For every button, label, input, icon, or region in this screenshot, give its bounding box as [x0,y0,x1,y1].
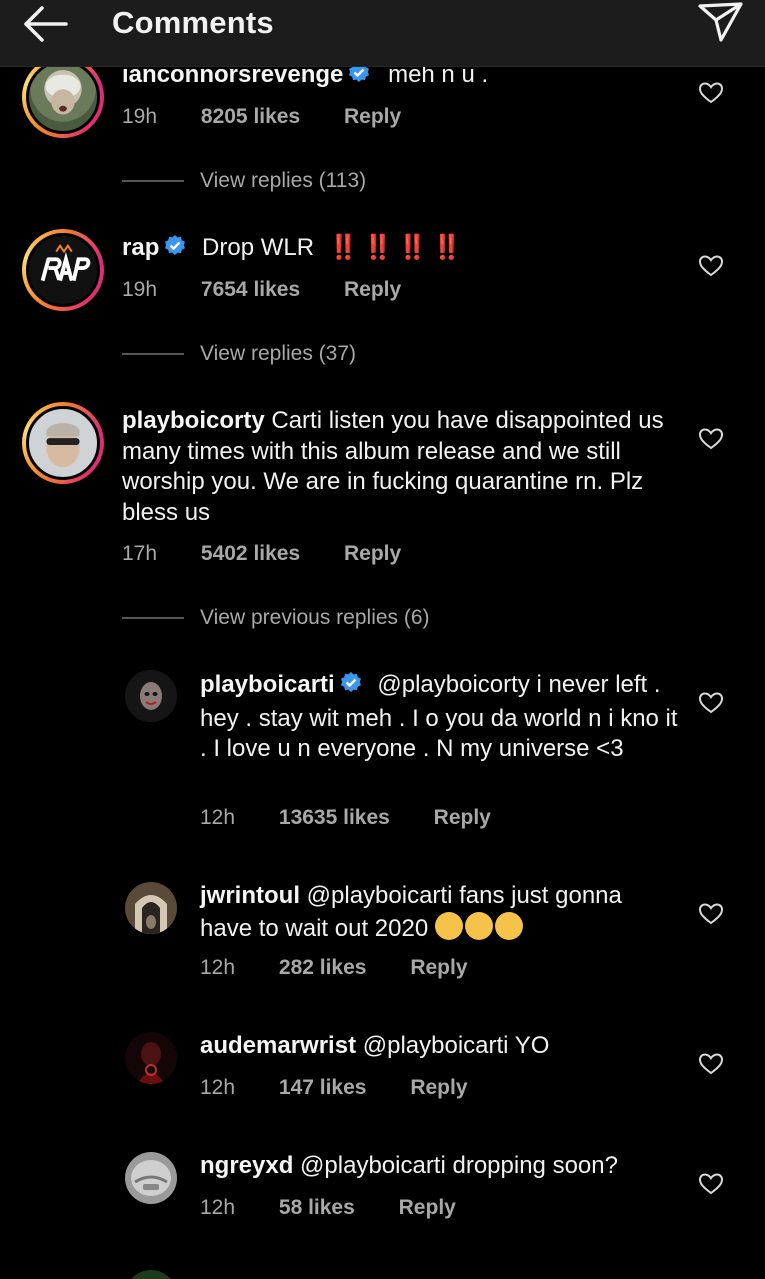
back-arrow-icon [24,6,68,42]
double-exclamation-emoji: ‼️ ‼️ ‼️ ‼️ [328,234,463,261]
reply-time: 12h [200,956,236,979]
avatar[interactable] [125,1152,177,1204]
avatar[interactable] [125,882,177,934]
mention-link[interactable]: @playboicorty [377,671,529,698]
heart-icon [698,428,724,450]
like-button[interactable] [698,1171,724,1197]
heart-icon [698,82,724,104]
avatar[interactable] [125,670,177,722]
comment-likes[interactable]: 5402 likes [201,542,300,566]
reply-likes[interactable]: 147 likes [279,1076,367,1100]
share-button[interactable] [697,0,745,46]
reply-button[interactable]: Reply [434,806,491,830]
view-previous-replies-button[interactable]: View previous replies (6) [122,606,430,630]
back-button[interactable] [18,2,70,46]
reply-username[interactable]: jwrintoul [200,882,300,909]
avatar[interactable] [125,1270,177,1279]
reply-likes[interactable]: 282 likes [279,956,367,980]
comment-likes[interactable]: 7654 likes [201,278,300,302]
avatar[interactable] [22,56,104,138]
like-button[interactable] [698,426,724,452]
comment-time: 19h [122,105,158,128]
next-reply-peek [125,1270,177,1279]
verified-badge-icon [339,671,363,704]
avatar[interactable] [22,229,104,311]
reply-time: 12h [200,1076,236,1099]
mention-link[interactable]: @playboicarti [300,1152,446,1179]
comment-time: 19h [122,278,158,301]
reply-button[interactable]: Reply [399,1196,456,1220]
divider-line [122,180,184,183]
verified-badge-icon [163,234,187,267]
heart-icon [698,692,724,714]
reply-username[interactable]: ngreyxd [200,1152,293,1179]
steam-face-emoji [434,911,525,942]
comment-time: 17h [122,542,158,565]
comment-text: Drop WLR [202,234,315,261]
reply-time: 12h [200,806,236,829]
like-button[interactable] [698,690,724,716]
divider-line [122,353,184,356]
reply-text: dropping soon? [452,1152,618,1179]
view-replies-label: View previous replies (6) [200,606,430,629]
avatar[interactable] [22,402,104,484]
mention-link[interactable]: @playboicarti [363,1032,509,1059]
view-replies-label: View replies (37) [200,342,357,365]
reply-text: YO [514,1032,550,1059]
heart-icon [698,255,724,277]
avatar[interactable] [125,1032,177,1084]
like-button[interactable] [698,253,724,279]
reply-likes[interactable]: 58 likes [279,1196,355,1220]
like-button[interactable] [698,901,724,927]
reply-button[interactable]: Reply [410,956,467,980]
comment-username[interactable]: rap [122,234,159,261]
reply-time: 12h [200,1196,236,1219]
reply-button[interactable]: Reply [344,278,401,302]
view-replies-label: View replies (113) [200,169,367,192]
comment-username[interactable]: playboicorty [122,407,265,434]
heart-icon [698,903,724,925]
divider-line [122,617,184,620]
reply-button[interactable]: Reply [344,105,401,129]
reply-button[interactable]: Reply [344,542,401,566]
comment-likes[interactable]: 8205 likes [201,105,300,129]
reply-likes[interactable]: 13635 likes [279,806,390,830]
heart-icon [698,1173,724,1195]
send-icon [698,2,743,42]
reply-button[interactable]: Reply [410,1076,467,1100]
heart-icon [698,1053,724,1075]
mention-link[interactable]: @playboicarti [307,882,453,909]
like-button[interactable] [698,1051,724,1077]
page-title: Comments [112,5,274,40]
reply-username[interactable]: audemarwrist [200,1032,356,1059]
header-bar: Comments [0,0,765,67]
like-button[interactable] [698,80,724,106]
view-replies-button[interactable]: View replies (37) [122,342,356,366]
reply-username[interactable]: playboicarti [200,671,335,698]
view-replies-button[interactable]: View replies (113) [122,169,366,193]
